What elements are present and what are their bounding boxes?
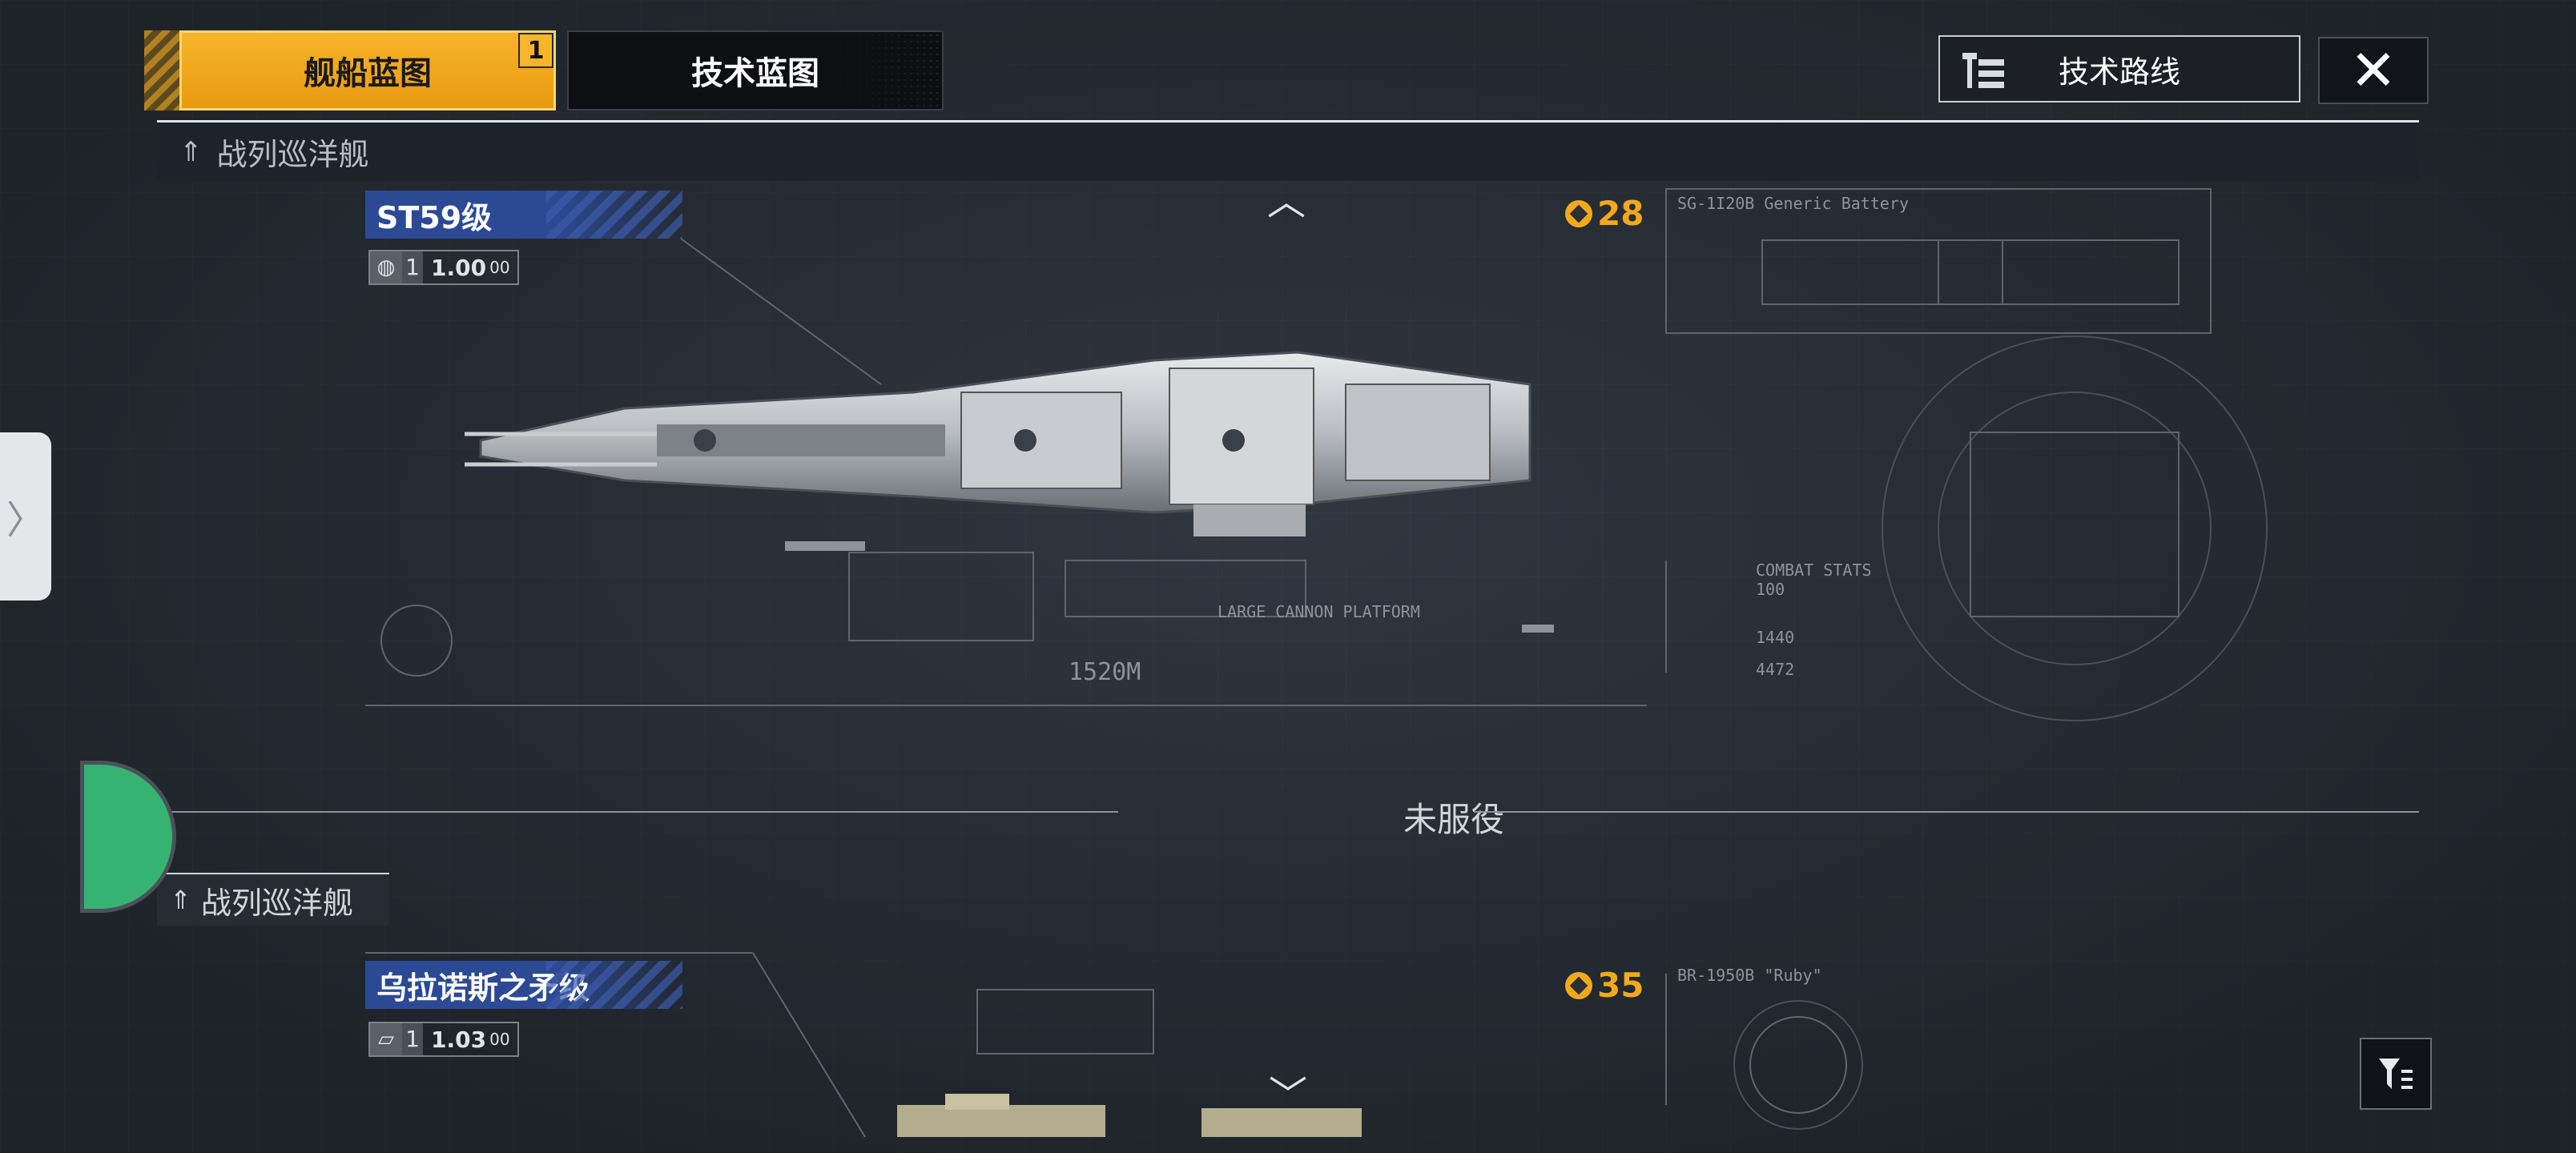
battery-label: BR-1950B "Ruby" — [1677, 966, 1822, 985]
rank-chevron-icon: ⇑ — [170, 885, 191, 915]
filter-icon — [2379, 1059, 2413, 1089]
scale-ruler — [365, 705, 1647, 719]
section-tag-label: 战列巡洋舰 — [200, 885, 353, 921]
ship-score-value: 35 — [1597, 966, 1644, 1005]
ship-name-banner[interactable]: 乌拉诺斯之矛级 — [365, 961, 682, 1009]
ship-model-image[interactable] — [465, 336, 1546, 544]
emblem-icon — [1565, 971, 1592, 999]
platform-label: LARGE CANNON PLATFORM — [1218, 602, 1420, 621]
combat-stat-1: 100 — [1756, 580, 1785, 599]
combat-stat-2: 1440 — [1756, 628, 1795, 647]
ship-score: 35 — [1565, 966, 1644, 1005]
ship-level: 1 — [402, 1023, 423, 1055]
scroll-down-icon[interactable]: ﹀ — [1269, 1076, 1307, 1115]
section-tag: ⇑ 战列巡洋舰 — [157, 873, 389, 926]
ship-meta: ▱ 1 1.03 00 — [368, 1022, 519, 1057]
combat-stat-3: 4472 — [1756, 660, 1795, 679]
status-divider: 未服役 — [157, 793, 2419, 839]
side-drawer-handle[interactable]: 〉 — [0, 432, 51, 601]
chevron-right-icon: 〉 — [6, 498, 45, 543]
ship-dimension: 1520M — [1069, 658, 1141, 686]
filter-button[interactable] — [2360, 1038, 2432, 1110]
ship-version-suffix: 00 — [489, 1030, 510, 1049]
combat-stats-title: COMBAT STATS — [1756, 560, 1872, 580]
faction-icon: ▱ — [370, 1023, 402, 1055]
ship-version: 1.03 — [431, 1026, 487, 1053]
status-divider-label: 未服役 — [1403, 800, 1505, 839]
battery-label: SG-1I20B Generic Battery — [1677, 194, 1909, 213]
